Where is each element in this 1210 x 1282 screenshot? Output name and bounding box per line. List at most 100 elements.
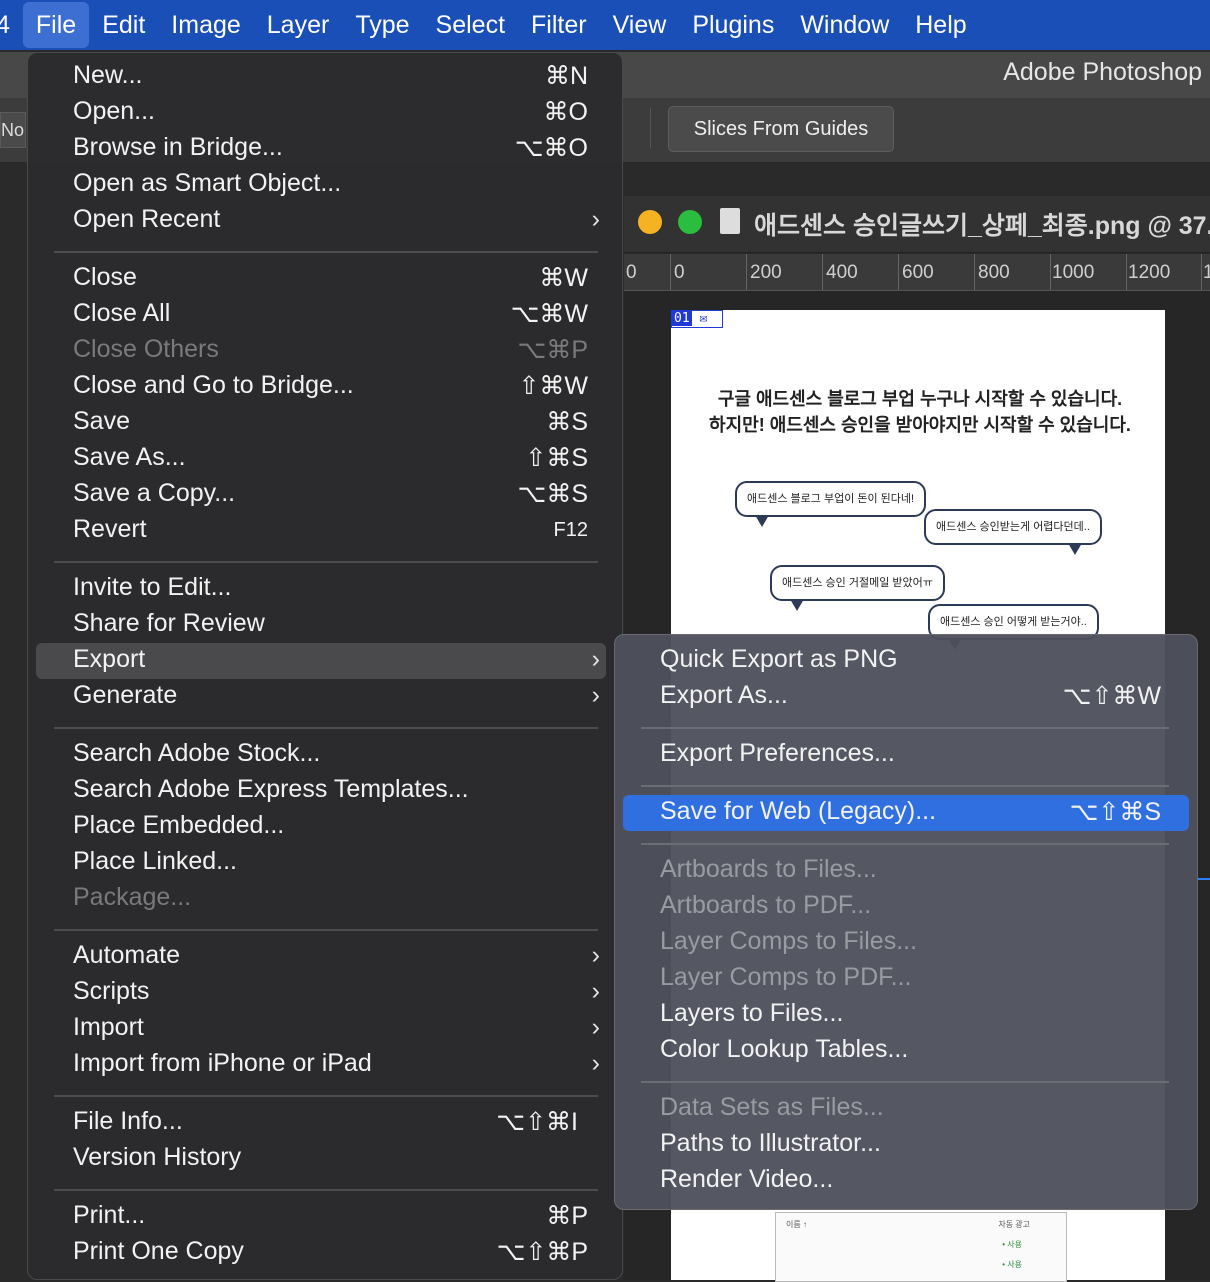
menu-item-label: Invite to Edit... bbox=[73, 573, 232, 601]
menu-item-label: Export bbox=[73, 645, 146, 673]
chevron-right-icon: › bbox=[591, 645, 600, 673]
menu-item-place-linked[interactable]: Place Linked... bbox=[36, 845, 606, 881]
chevron-right-icon: › bbox=[591, 941, 600, 969]
ruler-line bbox=[1201, 254, 1202, 290]
menu-item-export-as[interactable]: Export As... ⌥⇧⌘W bbox=[623, 679, 1189, 715]
menu-item-import-from-iphone[interactable]: Import from iPhone or iPad › bbox=[36, 1047, 606, 1083]
menu-item-render-video[interactable]: Render Video... bbox=[623, 1163, 1189, 1199]
menu-item-new[interactable]: New... ⌘N bbox=[36, 59, 606, 95]
menu-item-save-for-web[interactable]: Save for Web (Legacy)... ⌥⇧⌘S bbox=[623, 795, 1189, 831]
menu-item-label: Import from iPhone or iPad bbox=[73, 1049, 372, 1077]
ruler-line bbox=[974, 254, 975, 290]
menu-item-shortcut: ⌥⌘P bbox=[517, 336, 588, 364]
menu-item-version-history[interactable]: Version History bbox=[36, 1141, 606, 1177]
menu-item-import[interactable]: Import › bbox=[36, 1011, 606, 1047]
menu-item-automate[interactable]: Automate › bbox=[36, 939, 606, 975]
menu-item-paths-to-illustrator[interactable]: Paths to Illustrator... bbox=[623, 1127, 1189, 1163]
document-title: 애드센스 승인글쓰기_상페_최종.png @ 37. bbox=[754, 212, 1210, 240]
menubar-view[interactable]: View bbox=[600, 2, 680, 48]
menu-item-save[interactable]: Save ⌘S bbox=[36, 405, 606, 441]
menu-item-shortcut: ⌥⇧⌘I bbox=[496, 1108, 578, 1136]
menu-item-label: Render Video... bbox=[660, 1165, 834, 1193]
menu-item-open[interactable]: Open... ⌘O bbox=[36, 95, 606, 131]
export-submenu: Quick Export as PNG Export As... ⌥⇧⌘W Ex… bbox=[614, 634, 1198, 1210]
menu-item-search-adobe-stock[interactable]: Search Adobe Stock... bbox=[36, 737, 606, 773]
menu-item-close-all[interactable]: Close All ⌥⌘W bbox=[36, 297, 606, 333]
menu-item-layers-to-files[interactable]: Layers to Files... bbox=[623, 997, 1189, 1033]
menu-item-export[interactable]: Export › bbox=[36, 643, 606, 679]
document-tab[interactable]: 애드센스 승인글쓰기_상페_최종.png @ 37. bbox=[624, 196, 1210, 253]
menu-item-label: Quick Export as PNG bbox=[660, 645, 898, 673]
menu-item-artboards-to-pdf: Artboards to PDF... bbox=[623, 889, 1189, 925]
minimize-button[interactable] bbox=[638, 210, 662, 234]
menu-item-label: Place Linked... bbox=[73, 847, 237, 875]
menubar-select[interactable]: Select bbox=[423, 2, 518, 48]
document-icon bbox=[720, 208, 740, 234]
menu-item-label: Open Recent bbox=[73, 205, 221, 233]
menu-item-search-adobe-express-templates[interactable]: Search Adobe Express Templates... bbox=[36, 773, 606, 809]
menu-item-close[interactable]: Close ⌘W bbox=[36, 261, 606, 297]
menu-item-label: Browse in Bridge... bbox=[73, 133, 283, 161]
menu-item-browse-in-bridge[interactable]: Browse in Bridge... ⌥⌘O bbox=[36, 131, 606, 167]
slice-number: 01 bbox=[672, 311, 692, 326]
menubar-type[interactable]: Type bbox=[342, 2, 422, 48]
menu-item-shortcut: ⌥⌘W bbox=[510, 300, 588, 328]
menubar-edit[interactable]: Edit bbox=[89, 2, 158, 48]
menu-item-label: Revert bbox=[73, 515, 147, 543]
menu-item-label: Close and Go to Bridge... bbox=[73, 371, 354, 399]
zoom-button[interactable] bbox=[678, 210, 702, 234]
menu-item-save-a-copy[interactable]: Save a Copy... ⌥⌘S bbox=[36, 477, 606, 513]
menubar-filter[interactable]: Filter bbox=[518, 2, 600, 48]
menu-item-label: Close bbox=[73, 263, 137, 291]
slice-badge: 01 ✉ bbox=[671, 310, 723, 328]
chevron-right-icon: › bbox=[591, 977, 600, 1005]
menu-item-invite-to-edit[interactable]: Invite to Edit... bbox=[36, 571, 606, 607]
menu-item-shortcut: ⌥⌘O bbox=[514, 134, 588, 162]
menu-item-print-one-copy[interactable]: Print One Copy ⌥⇧⌘P bbox=[36, 1235, 606, 1271]
menu-item-revert[interactable]: Revert F12 bbox=[36, 513, 606, 549]
blend-mode-select[interactable]: Nor bbox=[0, 112, 26, 148]
menu-item-file-info[interactable]: File Info... ⌥⇧⌘I bbox=[36, 1105, 606, 1141]
menu-item-print[interactable]: Print... ⌘P bbox=[36, 1199, 606, 1235]
slice-icon: ✉ bbox=[699, 311, 708, 326]
menu-item-share-for-review[interactable]: Share for Review bbox=[36, 607, 606, 643]
speech-bubble: 애드센스 블로그 부업이 돈이 된다네! bbox=[735, 481, 927, 527]
menubar-plugins[interactable]: Plugins bbox=[679, 2, 787, 48]
menu-item-color-lookup-tables[interactable]: Color Lookup Tables... bbox=[623, 1033, 1189, 1069]
menu-item-place-embedded[interactable]: Place Embedded... bbox=[36, 809, 606, 845]
chevron-right-icon: › bbox=[591, 205, 600, 233]
menu-item-shortcut: ⌥⇧⌘P bbox=[496, 1238, 588, 1266]
menu-item-open-recent[interactable]: Open Recent › bbox=[36, 203, 606, 239]
ruler-line bbox=[746, 254, 747, 290]
menu-separator bbox=[54, 1189, 598, 1191]
ruler-line bbox=[898, 254, 899, 290]
menubar-image[interactable]: Image bbox=[158, 2, 253, 48]
menubar-help[interactable]: Help bbox=[902, 2, 979, 48]
speech-bubble: 애드센스 승인 거절메일 받았어ㅠ bbox=[770, 565, 945, 611]
menu-item-open-as-smart-object[interactable]: Open as Smart Object... bbox=[36, 167, 606, 203]
menu-item-close-and-go-to-bridge[interactable]: Close and Go to Bridge... ⇧⌘W bbox=[36, 369, 606, 405]
menu-item-label: Search Adobe Express Templates... bbox=[73, 775, 469, 803]
ruler-tick: 0 bbox=[626, 262, 637, 283]
ruler-tick: 0 bbox=[674, 262, 685, 283]
menu-item-label: Save for Web (Legacy)... bbox=[660, 797, 937, 825]
menubar-window[interactable]: Window bbox=[787, 2, 902, 48]
menu-item-generate[interactable]: Generate › bbox=[36, 679, 606, 715]
menu-item-shortcut: F12 bbox=[553, 519, 588, 541]
menu-item-label: Print One Copy bbox=[73, 1237, 244, 1265]
menu-item-label: Export As... bbox=[660, 681, 788, 709]
menu-item-export-preferences[interactable]: Export Preferences... bbox=[623, 737, 1189, 773]
ruler-line bbox=[822, 254, 823, 290]
menubar-layer[interactable]: Layer bbox=[254, 2, 343, 48]
menu-item-scripts[interactable]: Scripts › bbox=[36, 975, 606, 1011]
menubar-file[interactable]: File bbox=[22, 2, 90, 48]
menu-item-quick-export-png[interactable]: Quick Export as PNG bbox=[623, 643, 1189, 679]
menu-item-shortcut: ⌘P bbox=[546, 1202, 588, 1230]
menu-item-save-as[interactable]: Save As... ⇧⌘S bbox=[36, 441, 606, 477]
menu-item-label: Package... bbox=[73, 883, 192, 911]
menu-item-label: Layer Comps to Files... bbox=[660, 927, 918, 955]
menubar-app-fragment[interactable]: 4 bbox=[0, 2, 23, 48]
menu-item-shortcut: ⌘O bbox=[543, 98, 588, 126]
slices-from-guides-button[interactable]: Slices From Guides bbox=[668, 106, 894, 152]
menu-item-shortcut: ⌥⇧⌘S bbox=[1069, 798, 1161, 826]
